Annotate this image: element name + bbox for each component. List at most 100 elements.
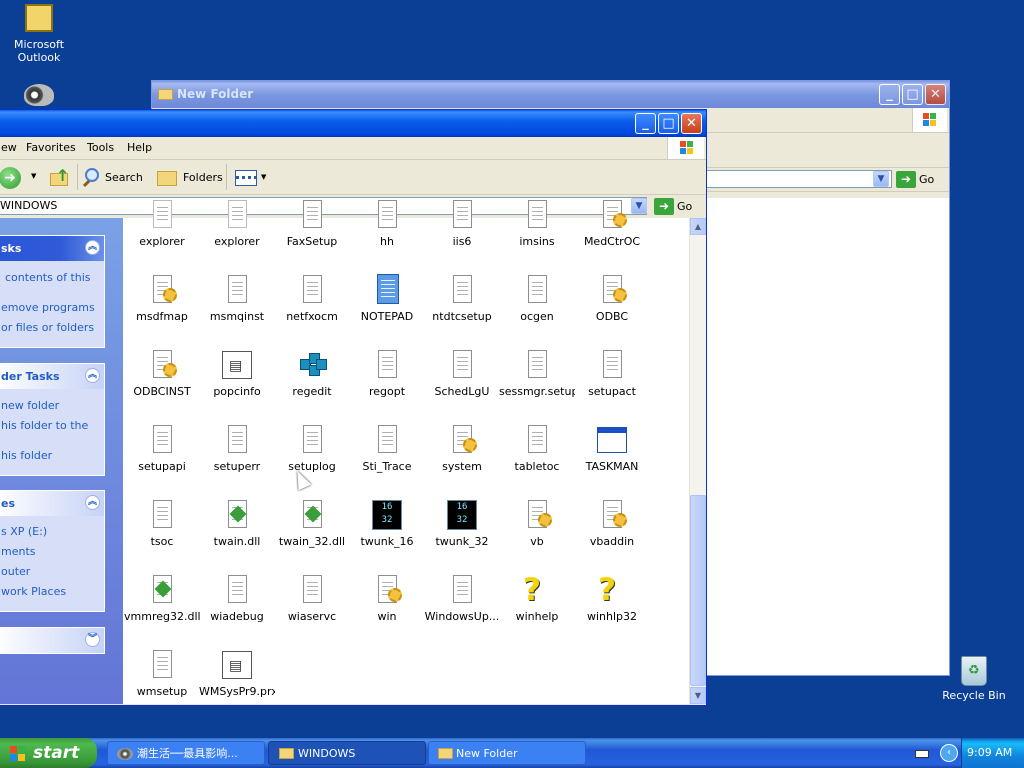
chevron-down-icon[interactable]: ▼ bbox=[873, 171, 889, 187]
file-item[interactable]: Sti_Trace bbox=[349, 424, 425, 473]
task-button-windows[interactable]: WINDOWS bbox=[268, 741, 426, 765]
maximize-button[interactable]: □ bbox=[658, 113, 679, 134]
views-button[interactable]: ▼ bbox=[235, 168, 271, 188]
file-item[interactable]: NOTEPAD bbox=[349, 274, 425, 323]
file-item[interactable]: iis6 bbox=[424, 199, 500, 248]
file-item[interactable]: msdfmap bbox=[124, 274, 200, 323]
task-button-new-folder[interactable]: New Folder bbox=[428, 741, 586, 765]
file-item[interactable]: setupapi bbox=[124, 424, 200, 473]
go-arrow-icon[interactable]: ➜ bbox=[654, 198, 674, 215]
folders-button[interactable]: Folders bbox=[155, 166, 223, 190]
start-button[interactable]: start bbox=[0, 738, 97, 768]
clock[interactable]: 9:09 AM bbox=[967, 746, 1012, 759]
file-item[interactable]: ODBC bbox=[574, 274, 650, 323]
file-list[interactable]: explorer explorer FaxSetup hh iis6 imsins MedC… bbox=[123, 200, 689, 704]
file-item[interactable]: sessmgr.setup bbox=[499, 349, 575, 398]
file-item[interactable]: wiadebug bbox=[199, 574, 275, 623]
menu-tools[interactable]: Tools bbox=[87, 141, 114, 154]
place-link[interactable]: ments bbox=[1, 545, 36, 558]
file-item[interactable]: ? winhlp32 bbox=[574, 574, 650, 623]
place-link[interactable]: work Places bbox=[1, 585, 66, 598]
go-label[interactable]: Go bbox=[919, 173, 934, 186]
panel-header[interactable]: sks ︽ bbox=[0, 236, 104, 261]
window-titlebar[interactable]: New Folder _ □ ✕ bbox=[152, 81, 949, 108]
file-item[interactable]: wmsetup bbox=[124, 649, 200, 698]
minimize-button[interactable]: _ bbox=[635, 113, 656, 134]
scroll-up-button[interactable]: ▲ bbox=[690, 218, 706, 235]
file-item[interactable]: vmmreg32.dll bbox=[124, 574, 200, 623]
expand-tray-icon[interactable]: ‹ bbox=[940, 744, 958, 762]
forward-button[interactable]: ➜ bbox=[0, 167, 21, 189]
search-button[interactable]: Search bbox=[82, 166, 147, 190]
task-link[interactable]: emove programs bbox=[1, 301, 95, 314]
windows-folder-window[interactable]: _ □ ✕ ew Favorites Tools Help ➜ ▼ ↑ Sear… bbox=[0, 109, 707, 706]
file-item[interactable]: hh bbox=[349, 199, 425, 248]
collapse-icon[interactable]: ︽ bbox=[85, 240, 100, 255]
window-titlebar[interactable]: _ □ ✕ bbox=[0, 110, 706, 137]
task-link[interactable]: new folder bbox=[1, 399, 59, 412]
file-item[interactable]: SchedLgU bbox=[424, 349, 500, 398]
file-item[interactable]: tsoc bbox=[124, 499, 200, 548]
file-item[interactable]: WindowsUp... bbox=[424, 574, 500, 623]
file-item[interactable]: system bbox=[424, 424, 500, 473]
file-item[interactable]: regedit bbox=[274, 349, 350, 398]
file-item[interactable]: popcinfo bbox=[199, 349, 275, 398]
desktop-icon-raccoon[interactable] bbox=[1, 84, 77, 109]
file-item[interactable]: ? winhelp bbox=[499, 574, 575, 623]
task-link[interactable]: his folder bbox=[1, 449, 52, 462]
file-item[interactable]: msmqinst bbox=[199, 274, 275, 323]
file-item[interactable]: setuperr bbox=[199, 424, 275, 473]
expand-icon[interactable]: ︾ bbox=[85, 632, 100, 647]
up-folder-button[interactable]: ↑ bbox=[49, 166, 71, 189]
file-item[interactable]: twain.dll bbox=[199, 499, 275, 548]
desktop-icon-outlook[interactable]: Microsoft Outlook bbox=[1, 4, 77, 64]
file-item[interactable]: regopt bbox=[349, 349, 425, 398]
task-link[interactable]: or files or folders bbox=[1, 321, 94, 334]
close-button[interactable]: ✕ bbox=[681, 113, 702, 134]
close-button[interactable]: ✕ bbox=[925, 84, 946, 105]
go-arrow-icon[interactable]: ➜ bbox=[896, 171, 916, 188]
task-button-browser[interactable]: 潮生活──最具影响... bbox=[107, 741, 265, 765]
file-item[interactable]: win bbox=[349, 574, 425, 623]
file-item[interactable]: ntdtcsetup bbox=[424, 274, 500, 323]
place-link[interactable]: outer bbox=[1, 565, 30, 578]
file-item[interactable]: vb bbox=[499, 499, 575, 548]
file-item[interactable]: explorer bbox=[199, 199, 275, 248]
minimize-button[interactable]: _ bbox=[879, 84, 900, 105]
keyboard-icon[interactable] bbox=[915, 750, 929, 758]
file-item[interactable]: setuplog bbox=[274, 424, 350, 473]
scroll-thumb[interactable] bbox=[690, 495, 706, 686]
file-item[interactable]: FaxSetup bbox=[274, 199, 350, 248]
place-link[interactable]: s XP (E:) bbox=[1, 525, 47, 538]
maximize-button[interactable]: □ bbox=[902, 84, 923, 105]
panel-header[interactable]: ︾ bbox=[0, 628, 104, 653]
file-item[interactable]: ocgen bbox=[499, 274, 575, 323]
file-item[interactable]: setupact bbox=[574, 349, 650, 398]
collapse-icon[interactable]: ︽ bbox=[85, 368, 100, 383]
chevron-down-icon[interactable]: ▼ bbox=[31, 172, 36, 180]
file-item[interactable]: ODBCINST bbox=[124, 349, 200, 398]
task-link[interactable]: contents of this bbox=[5, 271, 91, 284]
file-item[interactable]: 16 32 twunk_32 bbox=[424, 499, 500, 548]
file-item[interactable]: vbaddin bbox=[574, 499, 650, 548]
go-label[interactable]: Go bbox=[677, 200, 692, 213]
vertical-scrollbar[interactable]: ▲ ▼ bbox=[689, 218, 706, 704]
scroll-down-button[interactable]: ▼ bbox=[690, 687, 706, 704]
file-item[interactable]: netfxocm bbox=[274, 274, 350, 323]
menu-view[interactable]: ew bbox=[1, 141, 17, 154]
file-item[interactable]: TASKMAN bbox=[574, 424, 650, 473]
file-item[interactable]: explorer bbox=[124, 199, 200, 248]
file-item[interactable]: WMSysPr9.prx bbox=[199, 649, 275, 698]
task-link[interactable]: his folder to the bbox=[1, 419, 88, 432]
panel-header[interactable]: es ︽ bbox=[0, 491, 104, 516]
file-item[interactable]: imsins bbox=[499, 199, 575, 248]
menu-help[interactable]: Help bbox=[127, 141, 152, 154]
file-item[interactable]: tabletoc bbox=[499, 424, 575, 473]
file-item[interactable]: 16 32 twunk_16 bbox=[349, 499, 425, 548]
file-item[interactable]: wiaservc bbox=[274, 574, 350, 623]
collapse-icon[interactable]: ︽ bbox=[85, 495, 100, 510]
file-item[interactable]: MedCtrOC bbox=[574, 199, 650, 248]
file-item[interactable]: twain_32.dll bbox=[274, 499, 350, 548]
menu-favorites[interactable]: Favorites bbox=[26, 141, 76, 154]
panel-header[interactable]: der Tasks ︽ bbox=[0, 364, 104, 389]
